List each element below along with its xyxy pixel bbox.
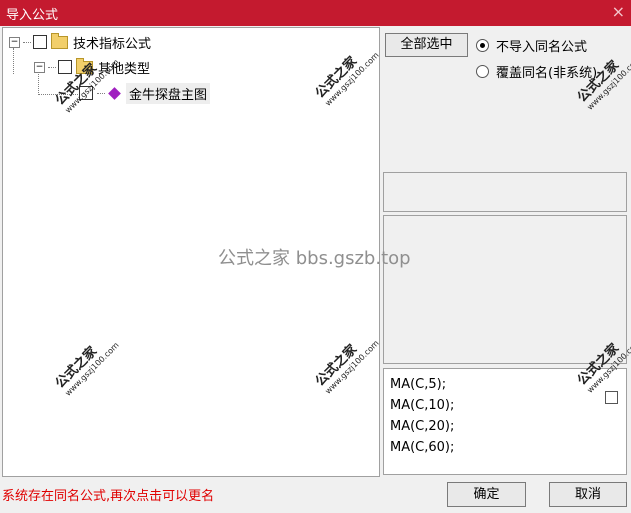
info-field — [383, 172, 627, 212]
radio-checked-icon[interactable] — [476, 39, 489, 52]
tree-dots — [23, 41, 31, 43]
radio-unchecked-icon[interactable] — [476, 65, 489, 78]
formula-icon — [108, 86, 121, 100]
watermark-text: 公式之家 bbs.gszb.top — [218, 248, 411, 269]
description-panel — [383, 215, 627, 364]
tree-checkbox-root[interactable] — [33, 35, 47, 49]
select-all-button[interactable]: 全部选中 — [385, 33, 468, 57]
tree-dots — [48, 66, 56, 68]
close-icon[interactable]: × — [612, 2, 625, 21]
tree-item-root[interactable]: − 技术指标公式 — [9, 31, 151, 53]
formula-line: MA(C,10); — [390, 398, 455, 413]
radio-overwrite-same[interactable]: 覆盖同名(非系统) — [476, 62, 597, 81]
tree-checkbox-other-types[interactable] — [58, 60, 72, 74]
radio-label: 不导入同名公式 — [496, 40, 588, 55]
tree-dots — [97, 92, 105, 94]
formula-line: MA(C,20); — [390, 419, 455, 434]
tree-item-label: 金牛探盘主图 — [126, 82, 211, 104]
ok-button[interactable]: 确定 — [447, 482, 526, 507]
tree-item-label: 技术指标公式 — [73, 36, 152, 52]
radio-no-import-same[interactable]: 不导入同名公式 — [476, 36, 587, 55]
folder-icon — [51, 32, 68, 49]
window-title: 导入公式 — [6, 8, 59, 23]
collapse-icon[interactable]: − — [34, 61, 45, 73]
title-bar: 导入公式 × — [0, 0, 631, 26]
cancel-button[interactable]: 取消 — [549, 482, 627, 507]
radio-label: 覆盖同名(非系统) — [496, 66, 598, 81]
formula-checkbox[interactable] — [605, 391, 618, 404]
status-message: 系统存在同名公式,再次点击可以更名 — [2, 489, 215, 504]
formula-line: MA(C,60); — [390, 440, 455, 455]
collapse-icon[interactable]: − — [9, 36, 20, 48]
